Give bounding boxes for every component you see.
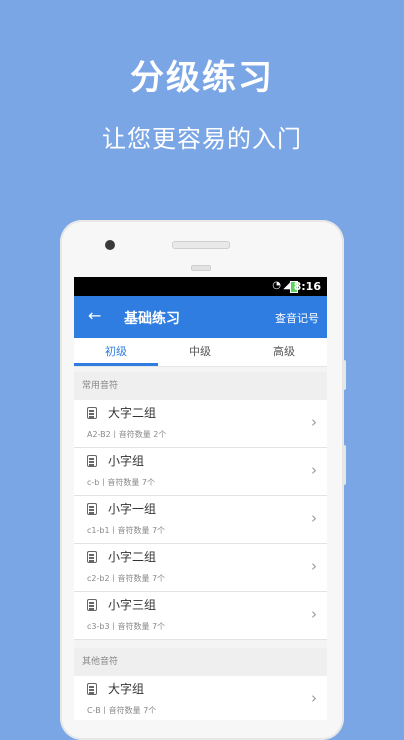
list-item-title: 小字三组 xyxy=(108,598,157,612)
page-title: 基础练习 xyxy=(124,311,180,327)
promo-title: 分级练习 xyxy=(130,58,274,98)
promo-subtitle: 让您更容易的入门 xyxy=(102,125,302,153)
list-item-title: 小字二组 xyxy=(108,550,157,564)
chevron-right-icon: › xyxy=(311,413,317,431)
phone-camera xyxy=(105,240,115,250)
tab-beginner[interactable]: 初级 xyxy=(74,338,158,366)
list-item-title: 小字组 xyxy=(108,454,145,468)
section-header: 其他音符 xyxy=(74,648,327,676)
notepad-icon xyxy=(87,455,97,467)
chevron-right-icon: › xyxy=(311,509,317,527)
notepad-icon xyxy=(87,503,97,515)
list-item-title: 大字二组 xyxy=(108,406,157,420)
list-item-meta: c1-b1丨音符数量 7个 xyxy=(87,526,166,535)
tab-indicator xyxy=(74,363,158,366)
list-item-meta: C-B丨音符数量 7个 xyxy=(87,706,157,715)
list-item-meta: c2-b2丨音符数量 7个 xyxy=(87,574,166,583)
list-item-meta: A2-B2丨音符数量 2个 xyxy=(87,430,167,439)
phone-sensor xyxy=(191,265,211,271)
section-header: 常用音符 xyxy=(74,372,327,400)
list-item[interactable]: 大字组 C-B丨音符数量 7个 › xyxy=(74,676,327,720)
notepad-icon xyxy=(87,407,97,419)
list-item[interactable]: 小字三组 c3-b3丨音符数量 7个 › xyxy=(74,592,327,640)
phone-side-button xyxy=(342,445,346,485)
status-time: 8:16 xyxy=(293,280,321,293)
phone-side-button xyxy=(342,360,346,390)
chevron-right-icon: › xyxy=(311,557,317,575)
app-bar: ← 基础练习 查音记号 xyxy=(74,296,327,338)
notepad-icon xyxy=(87,683,97,695)
tab-advanced[interactable]: 高级 xyxy=(242,338,326,366)
list-item-meta: c3-b3丨音符数量 7个 xyxy=(87,622,166,631)
tab-intermediate[interactable]: 中级 xyxy=(158,338,242,366)
notepad-icon xyxy=(87,599,97,611)
arrow-left-icon[interactable]: ← xyxy=(88,306,101,325)
wifi-icon: ◔ xyxy=(272,280,281,291)
phone-speaker xyxy=(172,241,230,249)
list-item-meta: c-b丨音符数量 7个 xyxy=(87,478,155,487)
notepad-icon xyxy=(87,551,97,563)
chevron-right-icon: › xyxy=(311,461,317,479)
chevron-right-icon: › xyxy=(311,689,317,707)
list-item[interactable]: 小字一组 c1-b1丨音符数量 7个 › xyxy=(74,496,327,544)
list-item[interactable]: 大字二组 A2-B2丨音符数量 2个 › xyxy=(74,400,327,448)
list-item-title: 小字一组 xyxy=(108,502,157,516)
list-item[interactable]: 小字组 c-b丨音符数量 7个 › xyxy=(74,448,327,496)
status-bar: ◔ ◢ 8:16 xyxy=(74,277,327,296)
list-item[interactable]: 小字二组 c2-b2丨音符数量 7个 › xyxy=(74,544,327,592)
note-lookup-button[interactable]: 查音记号 xyxy=(275,310,319,326)
list-item-title: 大字组 xyxy=(108,682,145,696)
chevron-right-icon: › xyxy=(311,605,317,623)
phone-screen: ◔ ◢ 8:16 ← 基础练习 查音记号 初级 中级 高级 常用音符 大字二组 … xyxy=(74,277,327,720)
